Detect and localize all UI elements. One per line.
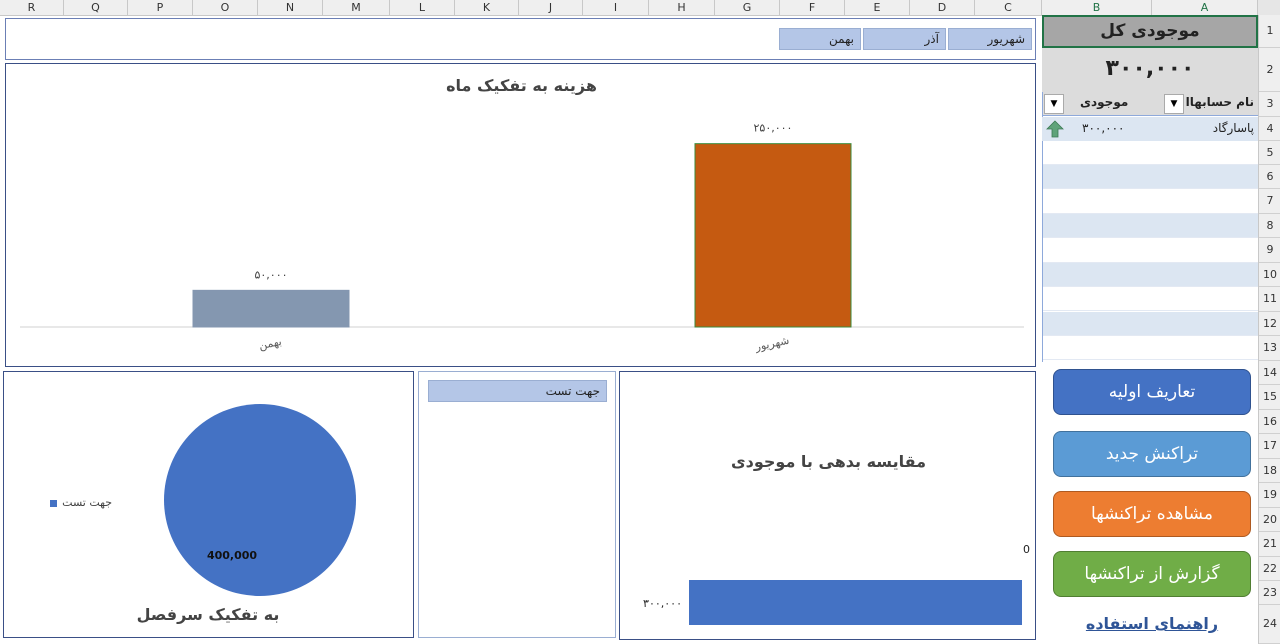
row-header-22[interactable]: 22 (1259, 557, 1280, 581)
row-header-5[interactable]: 5 (1259, 141, 1280, 165)
row-header-23[interactable]: 23 (1259, 581, 1280, 605)
new-transaction-button[interactable]: تراکنش جدید (1053, 431, 1251, 477)
row-header-1[interactable]: 1 (1259, 15, 1280, 48)
column-header-J[interactable]: J (519, 0, 583, 15)
row-header-15[interactable]: 15 (1259, 385, 1280, 410)
data-label: ۲۵۰,۰۰۰ (754, 122, 793, 135)
bar[interactable] (694, 143, 852, 328)
row-header-6[interactable]: 6 (1259, 165, 1280, 189)
row-header-11[interactable]: 11 (1259, 287, 1280, 312)
category-label: شهریور (753, 334, 790, 354)
account-name: پاسارگاد (1212, 121, 1254, 135)
account-slicer-panel: جهت تست (418, 371, 616, 638)
row-header-7[interactable]: 7 (1259, 189, 1280, 214)
hbar-chart-svg: 0 ۳۰۰,۰۰۰ (643, 543, 1030, 625)
pie-slice[interactable] (164, 404, 356, 596)
category-label: بهمن (258, 335, 283, 352)
column-header-H[interactable]: H (649, 0, 715, 15)
row-header-14[interactable]: 14 (1259, 361, 1280, 385)
row-header-9[interactable]: 9 (1259, 238, 1280, 263)
column-header-I[interactable]: I (583, 0, 649, 15)
column-header-L[interactable]: L (390, 0, 455, 15)
row-header-21[interactable]: 21 (1259, 532, 1280, 557)
column-header-M[interactable]: M (323, 0, 390, 15)
month-slicer-panel: شهریور آذر بهمن (5, 18, 1036, 60)
row-header-bar: 1 2 3 4 5 6 7 8 9 10 11 12 13 14 15 16 17 18 19 20 21 22 23 24 (1258, 15, 1280, 644)
debt-balance-chart[interactable]: مقایسه بدهی با موجودی 0 ۳۰۰,۰۰۰ (619, 371, 1036, 640)
column-header-R[interactable]: R (0, 0, 64, 15)
legend-marker (50, 500, 57, 507)
row-header-10[interactable]: 10 (1259, 263, 1280, 287)
data-label: ۵۰,۰۰۰ (254, 268, 287, 281)
slicer-item-azar[interactable]: آذر (863, 28, 946, 50)
row-header-19[interactable]: 19 (1259, 483, 1280, 508)
bar[interactable] (689, 580, 1022, 625)
total-title-cell[interactable]: موجودی کل (1042, 15, 1258, 48)
row-header-18[interactable]: 18 (1259, 459, 1280, 483)
column-header-B[interactable]: B (1042, 0, 1152, 15)
definitions-button[interactable]: تعاریف اولیه (1053, 369, 1251, 415)
column-header-N[interactable]: N (258, 0, 323, 15)
arrow-up-icon (1046, 120, 1064, 142)
column-header-D[interactable]: D (910, 0, 975, 15)
data-label: 0 (1023, 543, 1030, 556)
column-header-Q[interactable]: Q (64, 0, 128, 15)
row-header-13[interactable]: 13 (1259, 336, 1280, 361)
slicer-item-bahman[interactable]: بهمن (779, 28, 861, 50)
column-header-O[interactable]: O (193, 0, 258, 15)
slicer-item-test[interactable]: جهت تست (428, 380, 607, 402)
help-link[interactable]: راهنمای استفاده (1053, 614, 1251, 633)
row-header-20[interactable]: 20 (1259, 508, 1280, 532)
column-header-G[interactable]: G (715, 0, 780, 15)
row-header-12[interactable]: 12 (1259, 312, 1280, 336)
row-header-3[interactable]: 3 (1259, 92, 1280, 117)
row-header-8[interactable]: 8 (1259, 214, 1280, 238)
account-balance: ۳۰۰,۰۰۰ (1082, 121, 1125, 135)
select-all-corner[interactable] (1258, 0, 1280, 15)
chart-title: به تفکیک سرفصل (136, 605, 280, 624)
row-header-24[interactable]: 24 (1259, 605, 1280, 644)
row-header-4[interactable]: 4 (1259, 117, 1280, 141)
data-label: ۳۰۰,۰۰۰ (643, 597, 682, 610)
row-header-16[interactable]: 16 (1259, 410, 1280, 434)
bar-chart-svg: ۵۰,۰۰۰ بهمن ۲۵۰,۰۰۰ شهریور (20, 122, 1024, 354)
data-label: 400,000 (207, 549, 257, 562)
pie-chart-svg: 400,000 جهت تست (50, 404, 356, 596)
slicer-item-shahrivar[interactable]: شهریور (948, 28, 1032, 50)
bar[interactable] (192, 289, 350, 328)
column-header-bar: RQPONMLKJIHGFEDCBA (0, 0, 1280, 16)
row-header-17[interactable]: 17 (1259, 434, 1280, 459)
column-header-F[interactable]: F (780, 0, 845, 15)
data-row[interactable]: ۳۰۰,۰۰۰ پاسارگاد (1042, 117, 1258, 141)
column-header-K[interactable]: K (455, 0, 519, 15)
column-header-E[interactable]: E (845, 0, 910, 15)
row-header-2[interactable]: 2 (1259, 48, 1280, 92)
legend-label: جهت تست (62, 496, 112, 509)
category-pie-chart[interactable]: 400,000 جهت تست به تفکیک سرفصل (3, 371, 414, 638)
column-header-C[interactable]: C (975, 0, 1042, 15)
column-header-A[interactable]: A (1152, 0, 1258, 15)
column-header-P[interactable]: P (128, 0, 193, 15)
monthly-cost-chart[interactable]: هزینه به تفکیک ماه ۵۰,۰۰۰ بهمن ۲۵۰,۰۰۰ شهری… (5, 63, 1036, 367)
report-button[interactable]: گزارش از تراکنشها (1053, 551, 1251, 597)
view-transactions-button[interactable]: مشاهده تراکنشها (1053, 491, 1251, 537)
total-value-cell[interactable]: ۳۰۰,۰۰۰ (1042, 48, 1258, 92)
